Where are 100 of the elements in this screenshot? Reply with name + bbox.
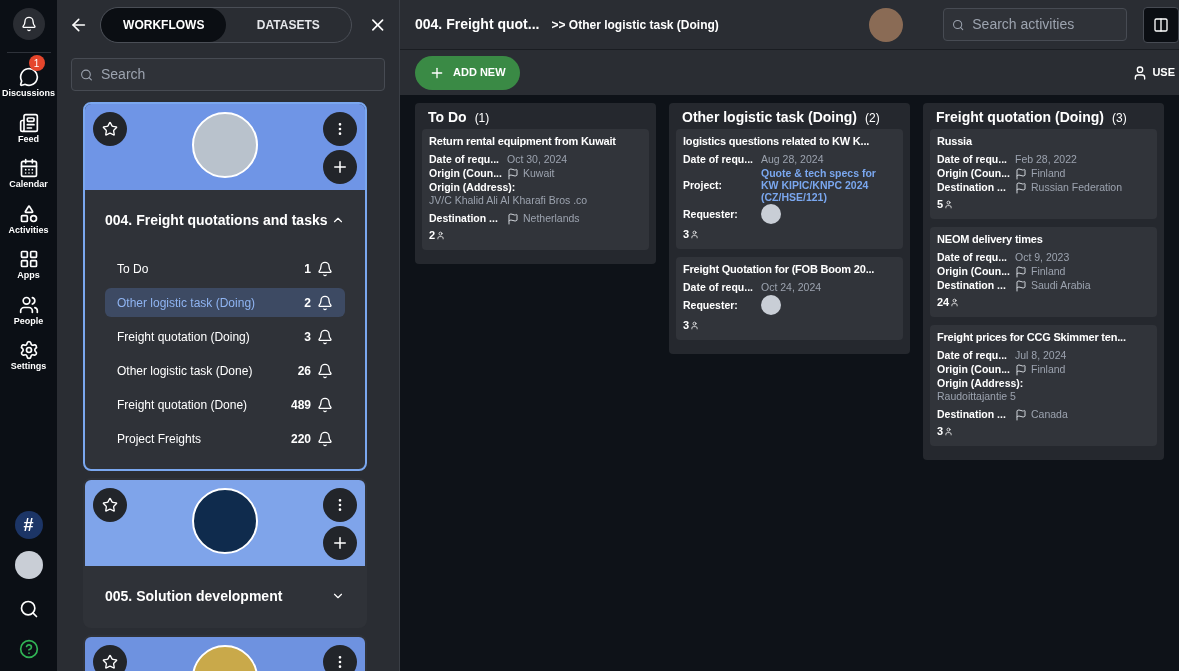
avatar [761,295,781,315]
field-label: Date of requ... [683,281,754,294]
field-value: Oct 24, 2024 [761,281,822,294]
workflow-card[interactable]: 005. Solution development [83,478,367,628]
status-item[interactable]: To Do 1 [105,254,345,283]
field-label: Destination ... [937,279,1007,292]
person-icon [944,200,954,209]
user-filter-button[interactable]: USE [1132,64,1179,81]
field-label: Origin (Coun... [429,167,503,180]
bell-icon[interactable] [317,362,333,379]
workflow-card[interactable]: 004. Freight quotations and tasks To Do 1 Other logistic task (Doing) 2 Freight quotation (Doing) 3 Other logistic task (Done) 26 Freight quotation (Done) 489 Project Freights 220 [83,102,367,471]
help-icon[interactable] [18,639,39,659]
board-view-button[interactable] [1143,6,1179,43]
bell-icon[interactable] [317,328,333,345]
nav-item[interactable]: People [0,292,57,330]
search-input[interactable]: Search [101,64,376,85]
field-label: Origin (Coun... [937,265,1011,278]
status-item[interactable]: Freight quotation (Done) 489 [105,390,345,419]
field-value: Canada [1031,408,1068,421]
field-value: Oct 9, 2023 [1015,251,1070,264]
field-value: Finland [1031,363,1066,376]
status-item[interactable]: Other logistic task (Done) 26 [105,356,345,385]
search-field[interactable]: Search activities [943,8,1127,41]
plus-icon [331,534,349,552]
favorite-button[interactable] [93,645,127,671]
flag-icon [1015,408,1027,421]
member-count: 2 [429,229,436,242]
hashtag-button[interactable]: # [14,511,43,539]
field-value: Oct 30, 2024 [507,153,568,166]
column-count: (2) [865,110,880,127]
page-title: 004. Freight quot... [415,15,540,34]
field-value: Russian Federation [1031,181,1123,194]
add-new-button[interactable]: ADD NEW [415,55,520,90]
flag-icon [507,212,519,225]
activity-card[interactable]: Freight prices for CCG Skimmer ten... Date of requ... Jul 8, 2024 Origin (Coun... Finland Origin (Address): Raudoittajantie 5 Destination ... Canada 3 [930,325,1157,446]
more-button[interactable] [323,645,357,671]
member-count: 3 [937,425,944,438]
status-item[interactable]: Other logistic task (Doing) 2 [105,288,345,317]
search-icon[interactable] [18,599,39,619]
bell-icon[interactable] [317,260,333,277]
nav-icon [18,249,39,269]
flag-icon [1015,279,1027,292]
activity-card[interactable]: NEOM delivery times Date of requ... Oct 9, 2023 Origin (Coun... Finland Destination ... Saudi Arabia 24 [930,227,1157,317]
flag-icon [1015,181,1027,194]
field-label: Origin (Coun... [937,167,1011,180]
tab[interactable]: WORKFLOWS [101,8,226,42]
nav-item[interactable]: Settings [0,338,57,376]
bell-icon[interactable] [317,396,333,413]
search-input[interactable]: Search activities [972,14,1118,35]
field-value: JV/C Khalid Ali Al Kharafi Bros .co [429,194,589,207]
project-link[interactable]: Quote & tech specs for KW KIPIC/KNPC 2024 (CZ/HSE/121) [761,167,896,203]
member-count: 3 [683,319,690,332]
field-value: Netherlands [523,212,580,225]
nav-icon [18,203,39,224]
flag-icon [507,167,519,180]
field-value: Saudi Arabia [1031,279,1091,292]
field-label: Destination ... [429,212,499,225]
activity-card[interactable]: Russia Date of requ... Feb 28, 2022 Origin (Coun... Finland Destination ... Russian Federation 5 [930,129,1157,219]
card-title: Freight prices for CCG Skimmer ten... [937,330,1127,345]
search-field[interactable]: Search [71,58,385,91]
field-label: Date of requ... [429,153,500,166]
flag-icon [1015,363,1027,376]
star-icon [102,121,118,137]
bell-icon[interactable] [317,430,333,447]
favorite-button[interactable] [93,112,127,146]
person-icon [690,321,700,330]
nav-item[interactable]: Activities [0,201,57,239]
search-icon [952,17,965,32]
field-label: Date of requ... [683,153,754,166]
field-label: Requester: [683,298,739,312]
notifications-button[interactable] [12,8,45,40]
nav-icon [18,112,39,133]
person-icon [950,298,960,307]
bell-icon[interactable] [317,294,333,311]
activity-card[interactable]: Return rental equipment from Kuwait Date of requ... Oct 30, 2024 Origin (Coun... Kuwait Origin (Address): JV/C Khalid Ali Al Kharafi Bros .co Destination ... Netherlands 2 [422,129,649,250]
field-label: Requester: [683,207,739,221]
nav-item[interactable]: Feed [0,110,57,148]
activity-card[interactable]: Freight Quotation for (FOB Boom 20... Date of requ... Oct 24, 2024 Requester: 3 [676,257,903,340]
person-icon [944,427,954,436]
activity-card[interactable]: logistics questions related to KW K... Date of requ... Aug 28, 2024 Project: Quote & tech specs for KW KIPIC/KNPC 2024 (CZ/HSE/121) Requester: 3 [676,129,903,249]
favorite-button[interactable] [93,488,127,522]
nav-item[interactable]: Apps [0,247,57,285]
field-value: Finland [1031,167,1066,180]
status-item[interactable]: Project Freights 220 [105,424,345,453]
more-button[interactable] [323,488,357,522]
star-icon [102,497,118,513]
field-label: Date of requ... [937,251,1008,264]
field-label: Date of requ... [937,153,1008,166]
more-button[interactable] [323,112,357,146]
card-title: Return rental equipment from Kuwait [429,134,617,149]
field-value: Feb 28, 2022 [1015,153,1077,166]
nav-icon [18,340,39,360]
add-button[interactable] [323,150,357,184]
card-title: NEOM delivery times [937,232,1044,247]
add-button[interactable] [323,526,357,560]
avatar[interactable] [14,551,43,579]
nav-item[interactable]: Calendar [0,156,57,194]
status-item[interactable]: Freight quotation (Doing) 3 [105,322,345,351]
column-title: Other logistic task (Doing) [682,108,857,127]
tab[interactable]: DATASETS [226,8,351,42]
